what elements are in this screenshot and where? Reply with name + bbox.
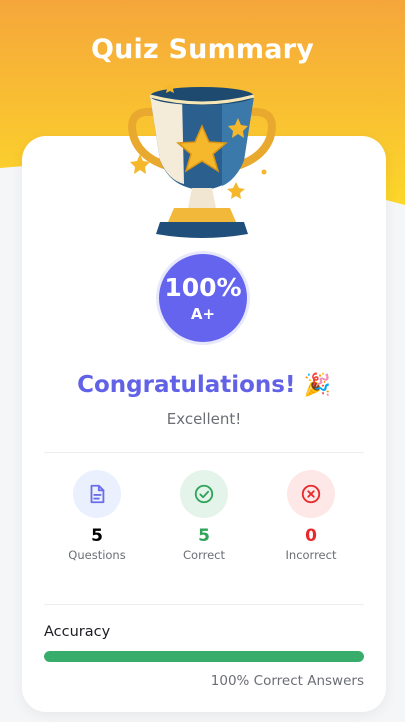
check-circle-icon xyxy=(180,470,228,518)
correct-count: 5 xyxy=(198,526,210,546)
x-circle-icon xyxy=(287,470,335,518)
correct-label: Correct xyxy=(183,548,225,562)
incorrect-count: 0 xyxy=(305,526,317,546)
questions-count: 5 xyxy=(91,526,103,546)
stat-incorrect: 0 Incorrect xyxy=(258,470,364,562)
trophy-icon xyxy=(128,82,276,238)
incorrect-label: Incorrect xyxy=(285,548,337,562)
questions-label: Questions xyxy=(68,548,126,562)
accuracy-label: Accuracy xyxy=(44,624,111,640)
page-title: Quiz Summary xyxy=(90,34,314,65)
stat-correct: 5 Correct xyxy=(151,470,257,562)
divider xyxy=(44,604,364,605)
score-grade: A+ xyxy=(190,304,216,323)
accuracy-progress-fill xyxy=(44,651,364,662)
party-popper-icon: 🎉 xyxy=(303,373,331,398)
result-message: Excellent! xyxy=(166,410,242,428)
heading-text: Congratulations! xyxy=(77,372,296,398)
document-icon xyxy=(73,470,121,518)
divider xyxy=(44,452,364,453)
accuracy-progress-bar xyxy=(44,651,364,662)
score-badge: 100% A+ xyxy=(156,251,250,345)
stat-questions: 5 Questions xyxy=(44,470,150,562)
congratulations-heading: Congratulations! 🎉 xyxy=(22,372,386,398)
accuracy-caption: 100% Correct Answers xyxy=(210,673,364,689)
score-percent: 100% xyxy=(164,272,242,302)
